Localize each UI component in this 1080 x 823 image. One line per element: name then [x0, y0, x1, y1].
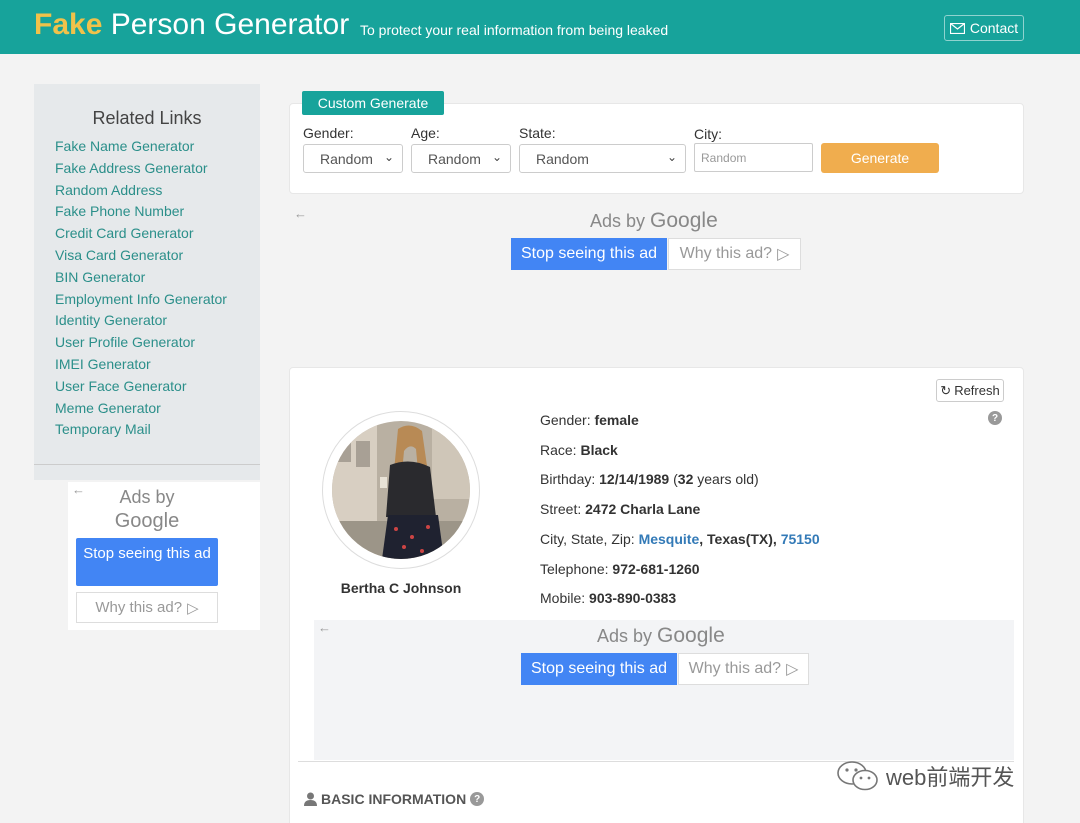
sidebar-link-fake-phone-number[interactable]: Fake Phone Number — [55, 201, 227, 223]
street-value: 2472 Charla Lane — [585, 501, 701, 517]
gender-select-value: Random — [320, 150, 373, 167]
site-tagline: To protect your real information from be… — [360, 22, 669, 38]
city-label: City: — [694, 126, 722, 142]
why-this-ad-button[interactable]: Why this ad? ▷ — [678, 653, 809, 685]
state-label: State: — [519, 125, 556, 141]
race-value: Black — [580, 442, 618, 458]
contact-button[interactable]: Contact — [944, 15, 1024, 41]
telephone-row: Telephone: 972-681-1260 — [540, 561, 700, 577]
sidebar-link-random-address[interactable]: Random Address — [55, 180, 227, 202]
city-link[interactable]: Mesquite — [639, 531, 700, 547]
birthday-value: 12/14/1989 — [599, 471, 670, 487]
help-icon[interactable]: ? — [988, 411, 1002, 425]
state-select-value: Random — [536, 150, 589, 167]
refresh-button[interactable]: ↻ Refresh — [936, 379, 1004, 402]
chevron-down-icon: ⌄ — [491, 150, 502, 164]
why-this-ad-label: Why this ad? — [679, 245, 773, 262]
age-select-value: Random — [428, 150, 481, 167]
play-triangle-icon: ▷ — [777, 246, 790, 263]
sidebar-title: Related Links — [92, 108, 202, 128]
sidebar-ad: ← Ads by Google Stop seeing this ad Why … — [68, 482, 260, 630]
street-row: Street: 2472 Charla Lane — [540, 501, 701, 517]
why-this-ad-button[interactable]: Why this ad? ▷ — [668, 238, 801, 270]
sidebar-link-temporary-mail[interactable]: Temporary Mail — [55, 419, 227, 441]
sidebar-link-meme-generator[interactable]: Meme Generator — [55, 398, 227, 420]
why-this-ad-button[interactable]: Why this ad? ▷ — [76, 592, 218, 623]
ads-by-google-label: Ads by Google — [590, 209, 718, 232]
sidebar-link-imei-generator[interactable]: IMEI Generator — [55, 354, 227, 376]
telephone-value: 972-681-1260 — [612, 561, 700, 577]
age-label: Age: — [411, 125, 440, 141]
age-value: 32 — [677, 471, 694, 487]
sidebar-divider — [34, 464, 260, 465]
person-photo — [332, 421, 470, 559]
wechat-watermark: web前端开发 — [836, 760, 1014, 792]
custom-generate-tab[interactable]: Custom Generate — [302, 91, 444, 115]
sidebar-link-fake-address-generator[interactable]: Fake Address Generator — [55, 158, 227, 180]
user-icon — [304, 792, 317, 806]
refresh-icon: ↻ — [940, 382, 952, 398]
why-this-ad-label: Why this ad? — [95, 599, 183, 616]
zip-link[interactable]: 75150 — [781, 531, 820, 547]
sidebar-link-employment-info-generator[interactable]: Employment Info Generator — [55, 289, 227, 311]
mobile-row: Mobile: 903-890-0383 — [540, 590, 677, 606]
related-links-list: Fake Name Generator Fake Address Generat… — [55, 136, 227, 441]
gender-value: female — [594, 412, 639, 428]
sidebar-link-identity-generator[interactable]: Identity Generator — [55, 310, 227, 332]
site-logo[interactable]: Fake Person Generator — [34, 8, 349, 42]
stop-seeing-ad-button[interactable]: Stop seeing this ad — [511, 238, 667, 270]
basic-information-heading: BASIC INFORMATION ? — [304, 791, 485, 807]
play-triangle-icon: ▷ — [786, 661, 799, 678]
ads-by-label: Ads by — [119, 487, 175, 507]
related-links-sidebar: Related Links Fake Name Generator Fake A… — [34, 84, 260, 480]
contact-label: Contact — [969, 20, 1019, 36]
why-this-ad-label: Why this ad? — [688, 660, 782, 677]
city-state-zip-row: City, State, Zip: Mesquite, Texas(TX), 7… — [540, 531, 820, 547]
generate-button[interactable]: Generate — [821, 143, 939, 173]
help-icon[interactable]: ? — [470, 792, 485, 806]
stop-seeing-ad-button[interactable]: Stop seeing this ad — [521, 653, 677, 685]
google-logo: Google — [114, 510, 180, 532]
state-value: Texas(TX) — [707, 531, 773, 547]
sidebar-link-user-face-generator[interactable]: User Face Generator — [55, 376, 227, 398]
profile-ad: ← Ads by Google Stop seeing this ad Why … — [314, 620, 1014, 760]
chevron-down-icon: ⌄ — [666, 150, 677, 164]
top-header: Fake Person Generator To protect your re… — [0, 0, 1080, 54]
state-select[interactable]: Random ⌄ — [519, 144, 686, 173]
mobile-value: 903-890-0383 — [589, 590, 677, 606]
ad-back-arrow-icon[interactable]: ← — [294, 206, 307, 221]
play-triangle-icon: ▷ — [187, 599, 199, 617]
birthday-row: Birthday: 12/14/1989 (32 years old) — [540, 471, 759, 487]
sidebar-link-credit-card-generator[interactable]: Credit Card Generator — [55, 223, 227, 245]
sidebar-link-user-profile-generator[interactable]: User Profile Generator — [55, 332, 227, 354]
city-input[interactable]: Random — [694, 143, 813, 172]
gender-row: Gender: female — [540, 412, 639, 428]
gender-select[interactable]: Random ⌄ — [303, 144, 403, 173]
ads-by-google-label: Ads by Google — [597, 624, 725, 647]
gender-label: Gender: — [303, 125, 354, 141]
ad-back-arrow-icon[interactable]: ← — [318, 620, 331, 635]
refresh-label: Refresh — [954, 383, 1000, 398]
envelope-icon — [949, 22, 965, 34]
race-row: Race: Black — [540, 442, 618, 458]
chevron-down-icon: ⌄ — [383, 150, 394, 164]
sidebar-link-fake-name-generator[interactable]: Fake Name Generator — [55, 136, 227, 158]
age-select[interactable]: Random ⌄ — [411, 144, 511, 173]
sidebar-link-bin-generator[interactable]: BIN Generator — [55, 267, 227, 289]
stop-seeing-ad-button[interactable]: Stop seeing this ad — [76, 538, 218, 586]
person-name: Bertha C Johnson — [340, 580, 462, 596]
wechat-icon — [837, 761, 878, 791]
sidebar-link-visa-card-generator[interactable]: Visa Card Generator — [55, 245, 227, 267]
